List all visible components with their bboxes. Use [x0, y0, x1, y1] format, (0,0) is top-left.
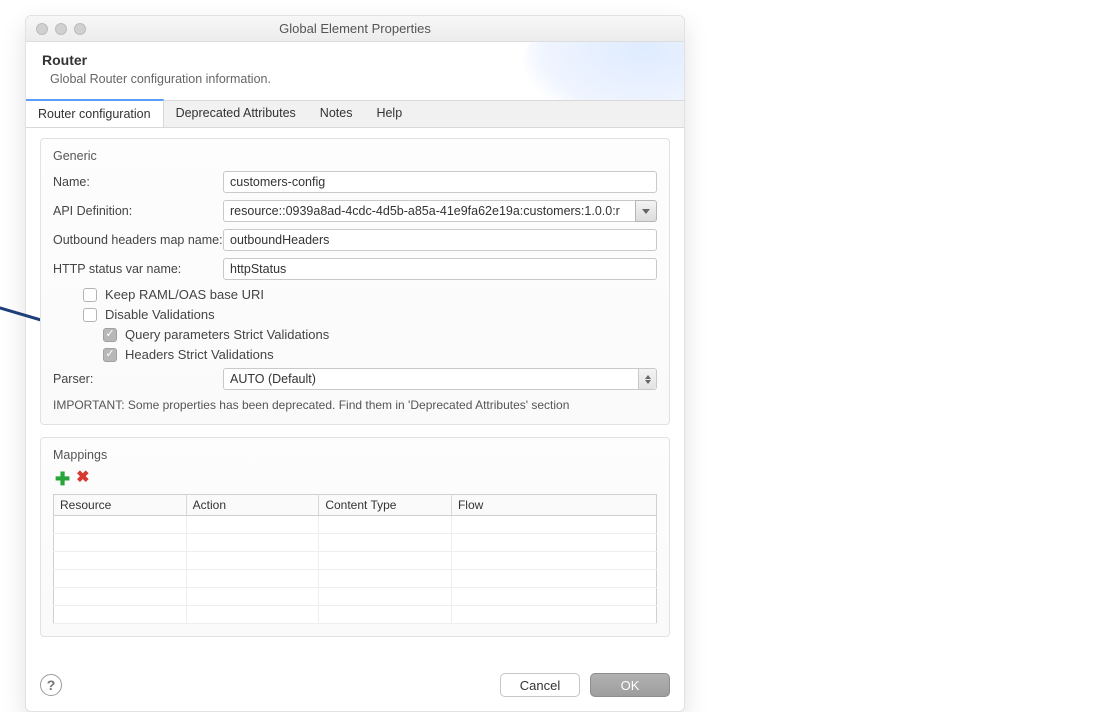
headers-strict-checkbox[interactable]: ✓ — [103, 348, 117, 362]
tab-bar: Router configuration Deprecated Attribut… — [26, 100, 684, 128]
header-decoration — [524, 42, 684, 100]
headers-strict-label: Headers Strict Validations — [125, 347, 274, 362]
window-title: Global Element Properties — [26, 21, 684, 36]
dialog-header: Router Global Router configuration infor… — [26, 42, 684, 100]
tab-deprecated-attributes[interactable]: Deprecated Attributes — [164, 99, 308, 127]
tab-notes[interactable]: Notes — [308, 99, 365, 127]
query-params-strict-checkbox[interactable]: ✓ — [103, 328, 117, 342]
outhdr-label: Outbound headers map name: — [53, 233, 223, 247]
titlebar: Global Element Properties — [26, 16, 684, 42]
disable-validations-label: Disable Validations — [105, 307, 215, 322]
table-row[interactable] — [54, 516, 657, 534]
httpstat-label: HTTP status var name: — [53, 262, 223, 276]
outhdr-input[interactable] — [223, 229, 657, 251]
delete-mapping-button[interactable]: ✖ — [76, 470, 89, 488]
generic-group: Generic Name: API Definition: Outbound h… — [40, 138, 670, 425]
tab-help[interactable]: Help — [364, 99, 414, 127]
apidef-input[interactable] — [223, 200, 635, 222]
table-row[interactable] — [54, 570, 657, 588]
keep-baseuri-label: Keep RAML/OAS base URI — [105, 287, 264, 302]
help-icon: ? — [47, 677, 56, 693]
col-content-type[interactable]: Content Type — [319, 495, 452, 516]
help-button[interactable]: ? — [40, 674, 62, 696]
name-label: Name: — [53, 175, 223, 189]
col-flow[interactable]: Flow — [451, 495, 656, 516]
disable-validations-checkbox[interactable] — [83, 308, 97, 322]
col-resource[interactable]: Resource — [54, 495, 187, 516]
table-row[interactable] — [54, 534, 657, 552]
cancel-button[interactable]: Cancel — [500, 673, 580, 697]
mappings-group: Mappings ✚ ✖ Resource Action Content Typ… — [40, 437, 670, 637]
check-icon: ✓ — [105, 349, 114, 360]
ok-button[interactable]: OK — [590, 673, 670, 697]
chevron-down-icon — [642, 209, 650, 214]
table-row[interactable] — [54, 588, 657, 606]
apidef-dropdown-button[interactable] — [635, 200, 657, 222]
parser-label: Parser: — [53, 372, 223, 386]
dialog-footer: ? Cancel OK — [26, 663, 684, 711]
table-row[interactable] — [54, 552, 657, 570]
col-action[interactable]: Action — [186, 495, 319, 516]
mappings-legend: Mappings — [53, 448, 657, 462]
dialog-window: Global Element Properties Router Global … — [25, 15, 685, 712]
query-params-strict-label: Query parameters Strict Validations — [125, 327, 329, 342]
parser-select[interactable] — [223, 368, 657, 390]
mappings-table: Resource Action Content Type Flow — [53, 494, 657, 624]
apidef-label: API Definition: — [53, 204, 223, 218]
add-mapping-button[interactable]: ✚ — [55, 470, 70, 488]
generic-legend: Generic — [53, 149, 657, 163]
keep-baseuri-checkbox[interactable] — [83, 288, 97, 302]
httpstat-input[interactable] — [223, 258, 657, 280]
table-row[interactable] — [54, 606, 657, 624]
check-icon: ✓ — [105, 329, 114, 340]
name-input[interactable] — [223, 171, 657, 193]
tab-router-configuration[interactable]: Router configuration — [26, 99, 164, 127]
deprecation-note: IMPORTANT: Some properties has been depr… — [53, 398, 657, 412]
tab-panel: Generic Name: API Definition: Outbound h… — [26, 128, 684, 663]
select-stepper-icon[interactable] — [638, 369, 656, 389]
